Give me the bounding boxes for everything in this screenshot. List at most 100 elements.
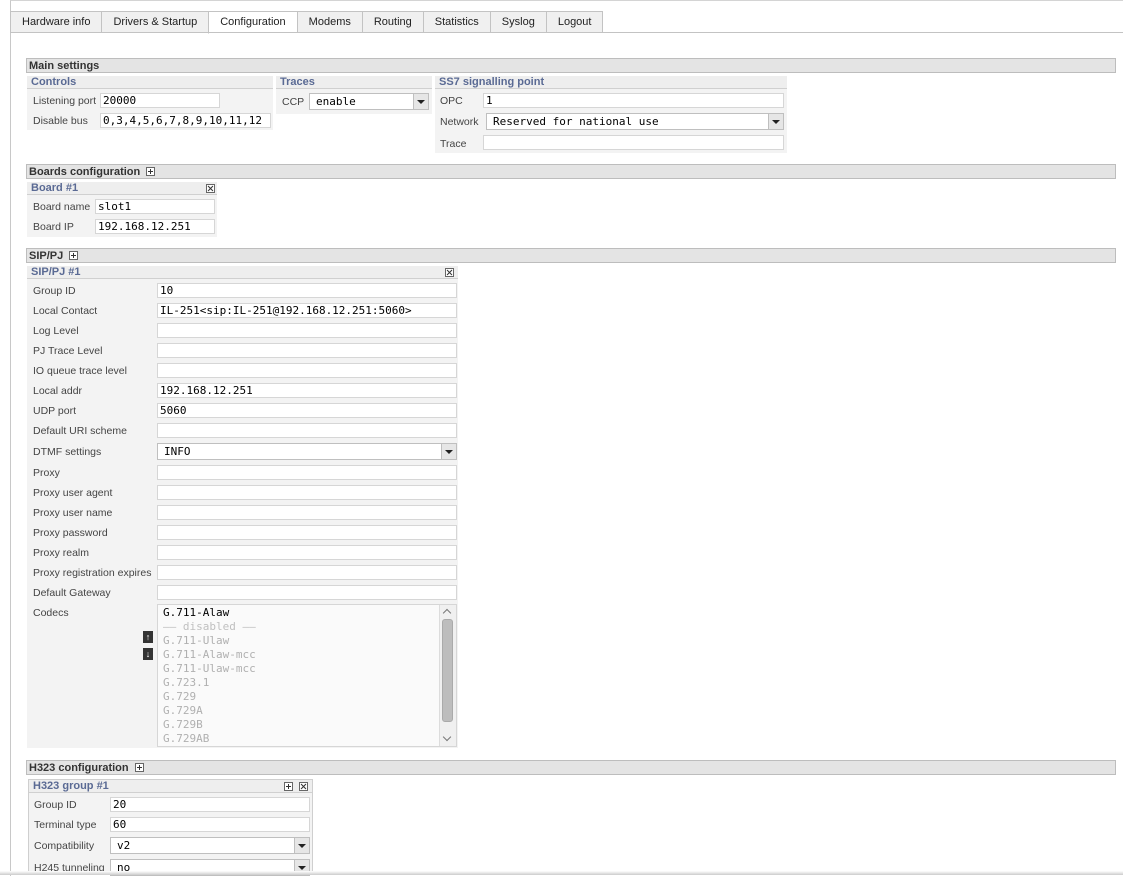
tab-syslog[interactable]: Syslog xyxy=(489,11,546,33)
listening-port-input[interactable]: 20000 xyxy=(100,93,220,108)
sip-title: SIP/PJ xyxy=(29,250,64,262)
chevron-down-icon xyxy=(768,114,783,129)
proxy-input[interactable] xyxy=(157,465,457,480)
terminal-type-label: Terminal type xyxy=(34,819,97,831)
dtmf-settings-label: DTMF settings xyxy=(33,446,102,458)
codec-option-disabled[interactable]: G.729B xyxy=(158,718,456,732)
proxy-password-label: Proxy password xyxy=(33,527,108,539)
plus-box-icon[interactable] xyxy=(146,167,156,176)
sip-group-title-text: SIP/PJ #1 xyxy=(31,266,81,278)
codecs-listbox[interactable]: G.711-Alaw —— disabled —— G.711-Ulaw G.711-… xyxy=(157,604,457,747)
close-box-icon[interactable] xyxy=(299,782,308,791)
proxy-user-name-label: Proxy user name xyxy=(33,507,113,519)
tab-statistics[interactable]: Statistics xyxy=(422,11,490,33)
default-gateway-input[interactable] xyxy=(157,585,457,600)
scroll-thumb[interactable] xyxy=(442,619,453,722)
codec-option-disabled[interactable]: G.729AB xyxy=(158,732,456,746)
disable-bus-input[interactable]: 0,3,4,5,6,7,8,9,10,11,12 xyxy=(100,113,271,128)
main-settings-title: Main settings xyxy=(29,60,100,72)
window-bottom-edge xyxy=(0,871,1123,875)
codec-option-disabled[interactable]: G.711-Ulaw-mcc xyxy=(158,662,456,676)
controls-title: Controls xyxy=(27,76,273,89)
arrow-up-icon[interactable]: ↑ xyxy=(143,631,153,643)
default-uri-scheme-input[interactable] xyxy=(157,423,457,438)
boards-title: Boards configuration xyxy=(29,166,141,178)
scroll-down-icon[interactable] xyxy=(443,734,452,743)
udp-port-input[interactable]: 5060 xyxy=(157,403,457,418)
listening-port-label: Listening port xyxy=(33,95,97,107)
codecs-label: Codecs xyxy=(33,607,69,619)
codec-option-enabled[interactable]: G.711-Alaw xyxy=(158,606,456,620)
local-contact-label: Local Contact xyxy=(33,305,98,317)
proxy-user-agent-input[interactable] xyxy=(157,485,457,500)
board-name-input[interactable]: slot1 xyxy=(95,199,215,214)
tab-configuration[interactable]: Configuration xyxy=(208,11,297,34)
sip-header: SIP/PJ xyxy=(26,248,1116,263)
trace-label: Trace xyxy=(440,138,467,150)
disable-bus-label: Disable bus xyxy=(33,115,88,127)
tab-hardware-info[interactable]: Hardware info xyxy=(10,11,102,33)
board-ip-input[interactable]: 192.168.12.251 xyxy=(95,219,215,234)
plus-box-icon[interactable] xyxy=(284,782,293,791)
proxy-registration-expires-label: Proxy registration expires xyxy=(33,567,152,579)
codecs-disabled-separator: —— disabled —— xyxy=(163,620,256,633)
chevron-down-icon xyxy=(294,838,309,853)
log-level-label: Log Level xyxy=(33,325,79,337)
pj-trace-level-label: PJ Trace Level xyxy=(33,345,103,357)
proxy-user-name-input[interactable] xyxy=(157,505,457,520)
compatibility-select[interactable]: v2 xyxy=(110,837,310,854)
proxy-realm-input[interactable] xyxy=(157,545,457,560)
tab-modems[interactable]: Modems xyxy=(296,11,362,33)
default-gateway-label: Default Gateway xyxy=(33,587,111,599)
codec-option-disabled[interactable]: G.711-Ulaw xyxy=(158,634,456,648)
scroll-up-icon[interactable] xyxy=(443,608,452,617)
local-addr-input[interactable]: 192.168.12.251 xyxy=(157,383,457,398)
codecs-scrollbar[interactable] xyxy=(439,605,456,746)
ccp-label: CCP xyxy=(282,96,305,108)
terminal-type-input[interactable]: 60 xyxy=(110,817,310,832)
codec-option-disabled[interactable]: G.723.1 xyxy=(158,676,456,690)
codec-option-disabled[interactable]: G.729 xyxy=(158,690,456,704)
main-settings-header: Main settings xyxy=(26,58,1116,73)
trace-input[interactable] xyxy=(483,135,784,150)
boards-header: Boards configuration xyxy=(26,164,1116,179)
compatibility-value: v2 xyxy=(117,839,131,852)
local-contact-input[interactable]: IL-251<sip:IL-251@192.168.12.251:5060> xyxy=(157,303,457,318)
sip-group-title: SIP/PJ #1 xyxy=(27,266,458,279)
local-addr-label: Local addr xyxy=(33,385,83,397)
arrow-down-icon[interactable]: ↓ xyxy=(143,648,153,660)
proxy-password-input[interactable] xyxy=(157,525,457,540)
io-queue-trace-input[interactable] xyxy=(157,363,457,378)
h323-group-id-input[interactable]: 20 xyxy=(110,797,310,812)
sip-group-id-label: Group ID xyxy=(33,285,76,297)
plus-box-icon[interactable] xyxy=(134,763,144,772)
h323-header: H323 configuration xyxy=(26,760,1116,775)
dtmf-settings-select[interactable]: INFO xyxy=(157,443,457,460)
pj-trace-level-input[interactable] xyxy=(157,343,457,358)
board-name-label: Board name xyxy=(33,201,91,213)
opc-input[interactable]: 1 xyxy=(483,93,784,108)
close-box-icon[interactable] xyxy=(445,268,454,277)
udp-port-label: UDP port xyxy=(33,405,76,417)
proxy-label: Proxy xyxy=(33,467,60,479)
board-ip-label: Board IP xyxy=(33,221,74,233)
tab-drivers-startup[interactable]: Drivers & Startup xyxy=(101,11,209,33)
proxy-registration-expires-input[interactable] xyxy=(157,565,457,580)
codec-option-disabled[interactable]: G.729A xyxy=(158,704,456,718)
close-box-icon[interactable] xyxy=(206,184,215,193)
network-select[interactable]: Reserved for national use xyxy=(486,113,784,130)
traces-title: Traces xyxy=(276,76,432,89)
sip-group-id-input[interactable]: 10 xyxy=(157,283,457,298)
codec-option-disabled[interactable]: G.711-Alaw-mcc xyxy=(158,648,456,662)
h323-group-title: H323 group #1 xyxy=(29,780,312,793)
board-title-text: Board #1 xyxy=(31,182,79,194)
tab-routing[interactable]: Routing xyxy=(361,11,423,33)
log-level-input[interactable] xyxy=(157,323,457,338)
ccp-select-value: enable xyxy=(316,95,356,108)
network-label: Network xyxy=(440,116,479,128)
ccp-select[interactable]: enable xyxy=(309,93,429,110)
plus-box-icon[interactable] xyxy=(69,251,79,260)
tab-logout[interactable]: Logout xyxy=(545,11,604,33)
tab-divider xyxy=(10,32,1123,33)
h323-group-title-text: H323 group #1 xyxy=(33,780,109,792)
